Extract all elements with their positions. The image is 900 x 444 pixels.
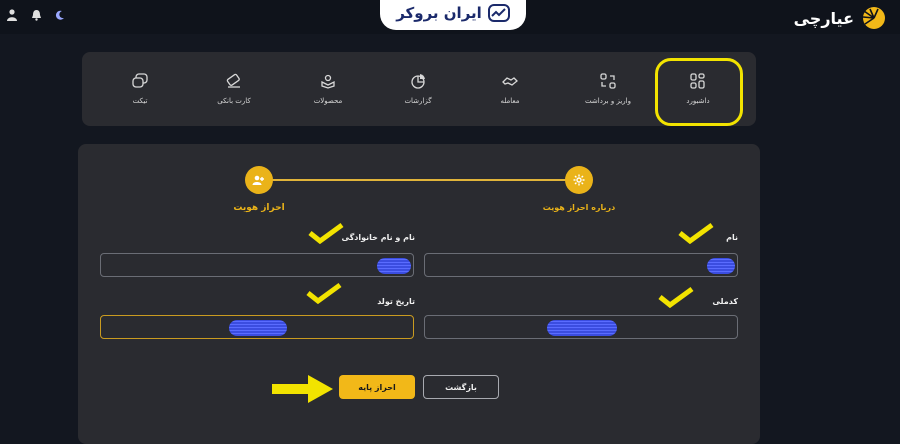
birth-date-label: تاریخ تولد — [377, 297, 415, 306]
basic-auth-button[interactable]: احراز پایه — [339, 375, 415, 399]
redacted-value — [707, 258, 735, 274]
top-bar-actions — [6, 9, 66, 21]
checkmark-annotation — [658, 286, 694, 308]
box-icon — [321, 74, 335, 89]
menu-item-products[interactable]: محصولات — [288, 52, 368, 126]
menu-item-trade[interactable]: معامله — [470, 52, 550, 126]
menu-item-ticket[interactable]: تیکت — [100, 52, 180, 126]
pie-chart-icon — [411, 74, 425, 89]
first-name-field[interactable] — [424, 253, 738, 277]
menu-item-label: واریز و برداشت — [585, 97, 631, 105]
birth-date-field[interactable] — [100, 315, 414, 339]
national-code-field[interactable] — [424, 315, 738, 339]
chat-icon — [132, 73, 148, 88]
step-2-label: احراز هویت — [233, 203, 285, 213]
menu-item-deposit-withdraw[interactable]: واریز و برداشت — [568, 52, 648, 126]
full-name-field[interactable] — [100, 253, 414, 277]
menu-item-reports[interactable]: گزارشات — [378, 52, 458, 126]
transfer-icon — [600, 73, 616, 89]
first-name-label: نام — [726, 233, 738, 242]
menu-item-label: گزارشات — [404, 97, 432, 105]
moon-icon[interactable] — [54, 9, 66, 21]
redacted-value — [377, 258, 411, 274]
menu-item-label: معامله — [500, 97, 520, 105]
checkmark-annotation — [678, 222, 714, 244]
menu-item-label: تیکت — [132, 97, 148, 105]
shell-logo-icon — [862, 7, 885, 29]
checkmark-annotation — [306, 282, 342, 304]
top-bar: ایران بروکر عیارچی — [0, 0, 900, 34]
watermark-text: ایران بروکر — [396, 4, 482, 22]
redacted-value — [229, 320, 287, 336]
menu-item-label: محصولات — [313, 97, 343, 105]
chart-logo-icon — [487, 4, 510, 22]
users-icon — [252, 175, 264, 185]
bell-icon[interactable] — [30, 9, 42, 21]
checkmark-annotation — [308, 222, 344, 244]
step-1-label: درباره احراز هویت — [542, 203, 616, 212]
stepper-line — [272, 179, 566, 181]
brand-name: عیارچی — [793, 8, 854, 28]
step-1-dot — [565, 166, 593, 194]
full-name-label: نام و نام خانوادگی — [341, 233, 415, 242]
step-2-dot — [245, 166, 273, 194]
card-icon — [226, 73, 240, 88]
brand-logo[interactable]: عیارچی — [794, 6, 888, 30]
user-icon[interactable] — [6, 9, 18, 21]
annotation-highlight-box — [655, 58, 743, 126]
national-code-label: کدملی — [712, 297, 738, 306]
iranbroker-watermark: ایران بروکر — [380, 0, 526, 30]
arrow-annotation-icon — [272, 375, 333, 403]
handshake-icon — [502, 77, 518, 86]
menu-item-label: کارت بانکی — [217, 97, 251, 105]
menu-item-bank-card[interactable]: کارت بانکی — [194, 52, 274, 126]
gear-icon — [573, 174, 585, 186]
redacted-value — [547, 320, 617, 336]
back-button[interactable]: بازگشت — [423, 375, 499, 399]
